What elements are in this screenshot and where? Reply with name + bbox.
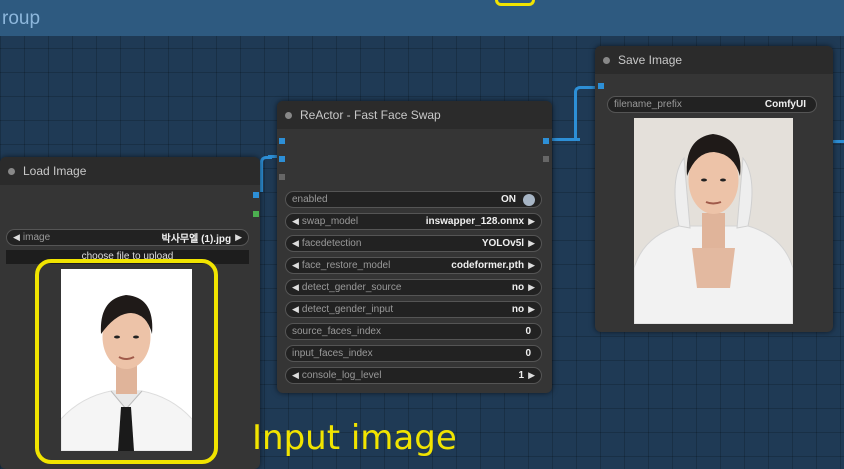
right-arrow-icon[interactable]: ▶ [528, 216, 535, 227]
widget-detect-gender-input[interactable]: ◀ detect_gender_input no ▶ [285, 301, 542, 318]
right-arrow-icon[interactable]: ▶ [528, 304, 535, 315]
reactor-title: ReActor - Fast Face Swap [300, 108, 441, 122]
output-image-preview [634, 118, 793, 324]
left-arrow-icon[interactable]: ◀ [292, 216, 299, 227]
widget-label: input_faces_index [292, 348, 373, 359]
toggle-icon[interactable] [523, 193, 535, 206]
right-arrow-icon[interactable]: ▶ [528, 260, 535, 271]
save-image-input-port[interactable] [598, 83, 604, 89]
left-arrow-icon[interactable]: ◀ [13, 232, 20, 243]
widget-value: YOLOv5l [481, 238, 525, 249]
widget-value: no [511, 282, 525, 293]
input-image-annotation: Input image [252, 418, 457, 458]
top-highlight-fragment [495, 0, 535, 6]
widget-value: inswapper_128.onnx [425, 216, 525, 227]
wire-load-to-reactor [260, 156, 272, 192]
widget-label: enabled [292, 194, 328, 205]
save-image-title-bar[interactable]: Save Image [595, 46, 833, 74]
reactor-input-port-1[interactable] [279, 138, 285, 144]
widget-label: source_faces_index [292, 326, 381, 337]
widget-enabled[interactable]: enabled ON [285, 191, 542, 208]
right-arrow-icon[interactable]: ▶ [528, 370, 535, 381]
group-header[interactable]: roup [0, 0, 844, 36]
right-arrow-icon[interactable]: ▶ [528, 282, 535, 293]
widget-value: no [511, 304, 525, 315]
reactor-input-port-2[interactable] [279, 156, 285, 162]
status-dot-icon [285, 111, 292, 119]
load-image-mask-port[interactable] [253, 211, 259, 217]
filename-prefix-label: filename_prefix [614, 99, 682, 110]
status-dot-icon [603, 56, 610, 64]
image-select-label: image [22, 232, 51, 243]
group-title: roup [2, 8, 41, 29]
widget-value: codeformer.pth [451, 260, 525, 271]
widget-value: 0 [525, 348, 531, 359]
input-image-highlight [35, 259, 218, 464]
save-image-title: Save Image [618, 53, 683, 67]
reactor-title-bar[interactable]: ReActor - Fast Face Swap [277, 101, 552, 129]
widget-value: ON [501, 194, 516, 205]
status-dot-icon [8, 167, 15, 175]
widget-source-faces-index[interactable]: source_faces_index 0 [285, 323, 542, 340]
widget-swap-model[interactable]: ◀ swap_model inswapper_128.onnx ▶ [285, 213, 542, 230]
left-arrow-icon[interactable]: ◀ [292, 370, 299, 381]
load-image-title: Load Image [23, 164, 87, 178]
widget-console-log-level[interactable]: ◀ console_log_level 1 ▶ [285, 367, 542, 384]
widget-value: 1 [518, 370, 525, 381]
widget-detect-gender-source[interactable]: ◀ detect_gender_source no ▶ [285, 279, 542, 296]
widget-label: swap_model [301, 216, 359, 227]
widget-input-faces-index[interactable]: input_faces_index 0 [285, 345, 542, 362]
reactor-output-port-2[interactable] [543, 156, 549, 162]
reactor-output-port-1[interactable] [543, 138, 549, 144]
wire-reactor-to-save-vertical [574, 86, 596, 141]
right-arrow-icon[interactable]: ▶ [528, 238, 535, 249]
left-arrow-icon[interactable]: ◀ [292, 304, 299, 315]
image-select-widget[interactable]: ◀ image 박사무엘 (1).jpg ▶ [6, 229, 249, 246]
widget-value: 0 [525, 326, 531, 337]
left-arrow-icon[interactable]: ◀ [292, 282, 299, 293]
filename-prefix-widget[interactable]: filename_prefix ComfyUI [607, 96, 817, 113]
load-image-title-bar[interactable]: Load Image [0, 157, 260, 185]
widget-face-restore-model[interactable]: ◀ face_restore_model codeformer.pth ▶ [285, 257, 542, 274]
right-arrow-icon[interactable]: ▶ [235, 232, 242, 243]
filename-prefix-value: ComfyUI [764, 99, 806, 110]
left-arrow-icon[interactable]: ◀ [292, 238, 299, 249]
widget-label: console_log_level [301, 370, 382, 381]
reactor-input-port-3[interactable] [279, 174, 285, 180]
left-arrow-icon[interactable]: ◀ [292, 260, 299, 271]
widget-label: detect_gender_input [301, 304, 394, 315]
load-image-output-port[interactable] [253, 192, 259, 198]
widget-label: detect_gender_source [301, 282, 402, 293]
image-select-value: 박사무엘 (1).jpg [161, 234, 232, 245]
widget-facedetection[interactable]: ◀ facedetection YOLOv5l ▶ [285, 235, 542, 252]
widget-label: face_restore_model [301, 260, 391, 271]
widget-label: facedetection [301, 238, 362, 249]
